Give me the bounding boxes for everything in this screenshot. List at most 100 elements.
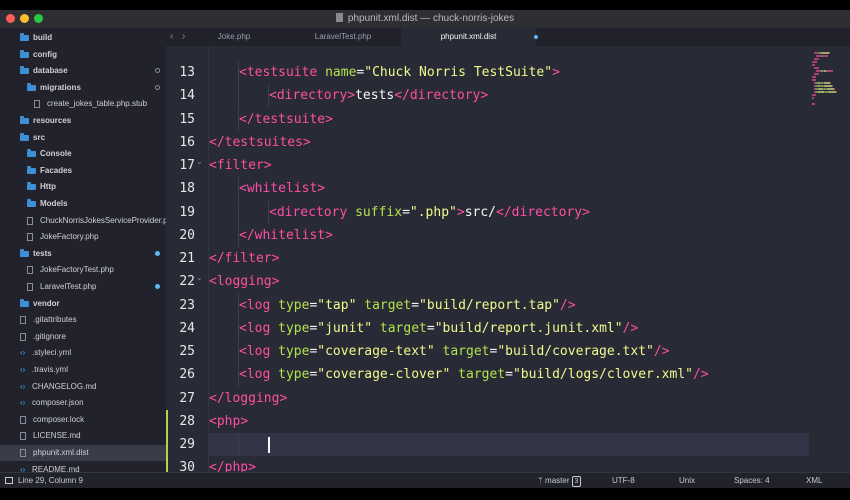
code-token-tag: <testsuite [239,65,318,80]
indentation[interactable]: Spaces: 4 [734,473,770,488]
code-line[interactable]: <php> [209,410,809,433]
folder-item[interactable]: Http [0,179,166,195]
minimap-mark [829,52,830,54]
code-token-str: "build/report.tap" [419,297,560,313]
file-icon [27,216,33,225]
folder-item[interactable]: Models [0,196,166,212]
folder-item[interactable]: build [0,30,166,46]
code-line[interactable]: <log type="tap" target="build/report.tap… [209,293,809,317]
code-line[interactable]: <directory>tests</directory> [209,84,809,108]
code-line[interactable]: <log type="junit" target="build/report.j… [209,316,809,340]
folder-item[interactable]: src [0,130,166,146]
folder-item[interactable]: database [0,63,166,79]
line-number: 25 [179,344,195,359]
folder-item[interactable]: config [0,47,166,63]
code-line[interactable]: </whitelist> [209,223,809,247]
code-line[interactable]: <logging> [209,270,809,293]
tree-item-label: Facades [40,165,73,175]
fold-arrow-icon[interactable]: ⌄ [196,273,203,282]
minimap-mark [827,88,834,90]
line-number: 14 [179,88,195,104]
code-token-punc: = [426,320,435,336]
folder-item[interactable]: tests [0,246,166,262]
tree-item-label: build [33,33,53,42]
cursor-position[interactable]: Line 29, Column 9 [18,473,83,488]
tab-3[interactable]: phpunit.xml.dist [401,28,538,46]
file-item[interactable]: ‹› .styleci.yml [0,345,166,361]
code-token-attr: target [458,367,506,383]
file-item[interactable]: ChuckNorrisJokesServiceProvider.php [0,213,166,229]
code-token-str: "build/report.junit.xml" [434,320,623,336]
folder-icon [20,66,29,75]
code-line[interactable]: <log type="coverage-clover" target="buil… [209,363,809,387]
file-item[interactable]: create_jokes_table.php.stub [0,96,166,112]
indent-guide [238,223,239,247]
code-file-icon: ‹› [20,381,26,391]
folder-item[interactable]: Console [0,146,166,162]
syntax-mode[interactable]: XML [806,473,822,488]
code-token-attr: type [278,297,310,313]
file-item[interactable]: JokeFactoryTest.php [0,262,166,278]
code-token-tag: /> [622,320,639,336]
code-line[interactable]: </filter> [209,247,809,270]
code-line[interactable]: <whitelist> [209,177,809,201]
folder-item[interactable]: Facades [0,163,166,179]
file-item[interactable]: ‹› CHANGELOG.md [0,379,166,395]
minimap-mark [813,97,814,99]
code-token-tag: <filter [209,158,264,173]
tree-item-label: JokeFactoryTest.php [40,265,114,275]
forward-arrow-icon[interactable]: › [182,31,185,42]
code-line[interactable]: <testsuite name="Chuck Norris TestSuite"… [209,61,809,84]
panel-toggle-icon[interactable] [5,477,13,484]
line-number-gutter: 13 14 15 16 17 ⌄ 18 19 20 21 22 ⌄ 23 24 25 26 27 28 29 30 [166,46,209,480]
folder-icon [20,49,29,58]
file-item[interactable]: ‹› .travis.yml [0,362,166,378]
code-token-tag: <whitelist [239,181,318,197]
minimap-mark [828,91,836,93]
folder-item[interactable]: migrations [0,80,166,96]
tree-item-label: Models [40,199,68,208]
file-icon [335,13,343,22]
fold-arrow-icon[interactable]: ⌄ [196,157,203,166]
code-token-str: "coverage-text" [317,344,435,359]
minimap-mark [818,58,819,60]
line-number: 16 [179,134,195,150]
folder-item[interactable]: resources [0,113,166,129]
tree-item-label: composer.lock [33,414,85,424]
file-item[interactable]: composer.lock [0,412,166,428]
tab-1[interactable]: Joke.php [189,28,279,46]
folder-item[interactable]: vendor [0,296,166,312]
code-line[interactable]: <filter> [209,154,809,177]
code-line[interactable]: </testsuite> [209,107,809,131]
code-token-tag: > [325,227,333,243]
file-item[interactable]: JokeFactory.php [0,229,166,245]
code-line[interactable]: </logging> [209,387,809,410]
encoding[interactable]: UTF-8 [612,473,635,488]
file-item[interactable]: LICENSE.md [0,428,166,444]
file-item[interactable]: ‹› README.md [0,462,166,472]
line-number: 20 [179,227,195,243]
file-item[interactable]: .gitattributes [0,312,166,328]
tab-label: phpunit.xml.dist [440,32,497,41]
code-token-tag: <log [239,320,271,336]
file-item[interactable]: phpunit.xml.dist [0,445,166,461]
minimap[interactable] [812,48,850,108]
git-branch[interactable]: ᛘ master 3 [538,473,582,488]
tree-item-label: .styleci.yml [32,348,72,358]
back-arrow-icon[interactable]: ‹ [170,31,173,42]
folder-icon [27,149,36,158]
code-editor[interactable]: <testsuite name = "Chuck Norris TestSuite"… [209,46,809,475]
tree-item-label: phpunit.xml.dist [33,448,89,457]
code-line[interactable]: <directory suffix=".php">src/</directory… [209,200,809,224]
indent-guide [238,61,239,84]
code-line[interactable]: <log type="coverage-text" target="build/… [209,340,809,363]
file-item[interactable]: LaravelTest.php [0,279,166,295]
tab-2[interactable]: LaravelTest.php [288,28,398,46]
file-item[interactable]: ‹› composer.json [0,395,166,411]
file-item[interactable]: .gitignore [0,329,166,345]
file-icon [20,316,26,325]
code-line[interactable] [209,433,809,456]
line-endings[interactable]: Unix [679,473,695,488]
code-line[interactable]: </testsuites> [209,131,809,154]
